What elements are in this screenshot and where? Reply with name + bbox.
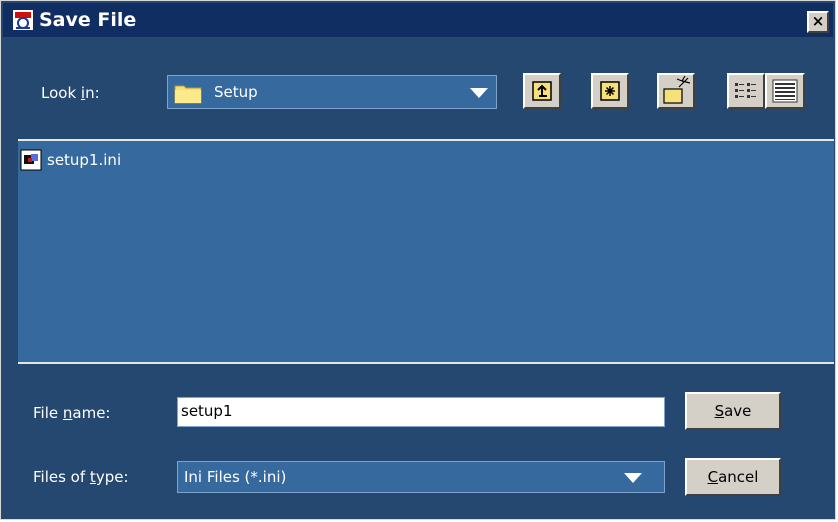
file-name-label-text: File name: [33, 404, 111, 422]
details-view-button[interactable] [765, 73, 805, 109]
window-title: Save File [39, 9, 137, 31]
details-view-icon [772, 79, 798, 103]
cancel-button[interactable]: Cancel [685, 458, 781, 496]
home-button[interactable] [591, 73, 629, 109]
file-name-field[interactable]: setup1 [177, 397, 665, 427]
file-type-dropdown[interactable]: Ini Files (*.ini) [177, 461, 665, 493]
save-button[interactable]: Save [685, 392, 781, 430]
close-button[interactable]: × [807, 11, 829, 33]
look-in-value: Setup [214, 83, 258, 101]
chevron-down-icon[interactable] [470, 88, 488, 98]
list-view-button[interactable] [727, 73, 765, 109]
list-view-icon [735, 83, 756, 98]
ini-file-icon [20, 149, 42, 171]
folder-icon [174, 85, 202, 104]
look-in-label: Look in: [41, 84, 100, 102]
chevron-down-icon[interactable] [624, 473, 642, 483]
look-in-dropdown[interactable]: Setup [167, 75, 497, 109]
file-name-label: setup1.ini [47, 151, 122, 169]
up-one-level-button[interactable] [523, 73, 561, 109]
new-folder-button[interactable] [657, 73, 695, 109]
file-type-value: Ini Files (*.ini) [184, 468, 287, 486]
file-list[interactable]: setup1.ini [18, 139, 834, 364]
title-bar[interactable]: Save File × [3, 3, 833, 37]
home-folder-icon [600, 81, 620, 101]
app-icon [13, 10, 33, 30]
new-folder-icon [663, 75, 691, 104]
folder-up-icon [532, 81, 552, 101]
save-file-dialog: Save File × Look in: Setup setup1.ini Fi… [0, 0, 836, 520]
files-of-type-label: Files of type: [33, 468, 129, 486]
